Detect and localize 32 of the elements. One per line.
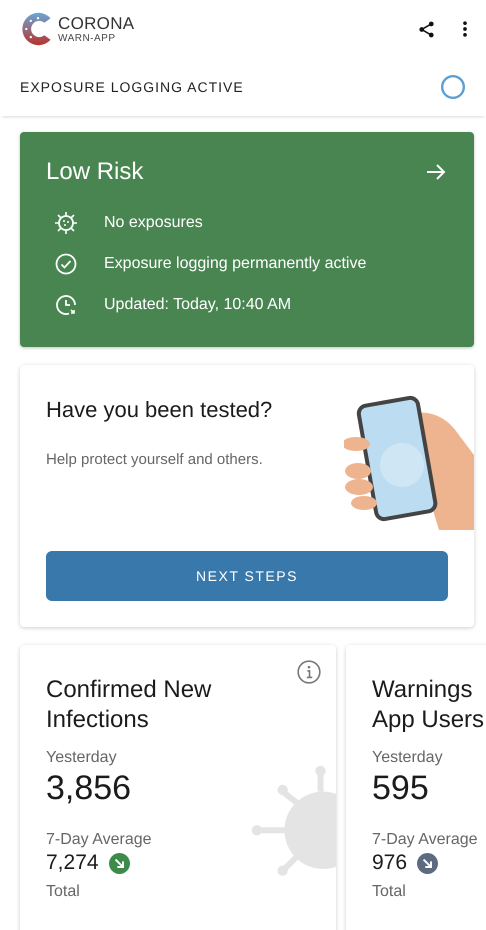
info-icon[interactable] [296, 659, 322, 685]
average-label: 7-Day Average [46, 831, 153, 849]
statistic-title: Warnings [372, 675, 474, 705]
risk-detail: Exposure logging permanently active [104, 254, 366, 272]
test-title: Have you been tested? [46, 397, 272, 423]
risk-detail: No exposures [104, 214, 203, 232]
yesterday-label: Yesterday [46, 749, 118, 767]
risk-detail: Updated: Today, 10:40 AM [104, 296, 292, 314]
average-label: 7-Day Average [372, 831, 479, 849]
logo-subtitle: WARN-APP [58, 32, 117, 44]
virus-icon [54, 210, 78, 234]
total-label: Total [46, 883, 81, 901]
test-description: Help protect yourself and others. [46, 451, 264, 468]
risk-title: Low Risk [46, 158, 144, 186]
average-value: 976 [372, 851, 408, 875]
statistic-title: Infections [46, 705, 150, 735]
clock-refresh-icon [54, 292, 78, 316]
statistic-title: Confirmed New [46, 675, 212, 705]
risk-card[interactable]: Low Risk No exposures Exposure logging permanently active Updated: Today, 10:40 AM [20, 132, 474, 347]
more-menu-icon[interactable] [462, 19, 468, 39]
average-value: 7,274 [46, 851, 99, 875]
share-icon[interactable] [417, 20, 436, 38]
status-ring-icon [440, 74, 466, 100]
next-steps-button[interactable]: NEXT STEPS [46, 551, 448, 601]
yesterday-value: 595 [372, 768, 430, 809]
logo-title: CORONA [58, 14, 134, 32]
total-label: Total [372, 883, 407, 901]
yesterday-label: Yesterday [372, 749, 444, 767]
yesterday-value: 3,856 [46, 768, 132, 809]
statistic-title: App Users [372, 705, 486, 735]
check-circle-icon [54, 252, 78, 276]
status-label: EXPOSURE LOGGING ACTIVE [20, 79, 244, 95]
